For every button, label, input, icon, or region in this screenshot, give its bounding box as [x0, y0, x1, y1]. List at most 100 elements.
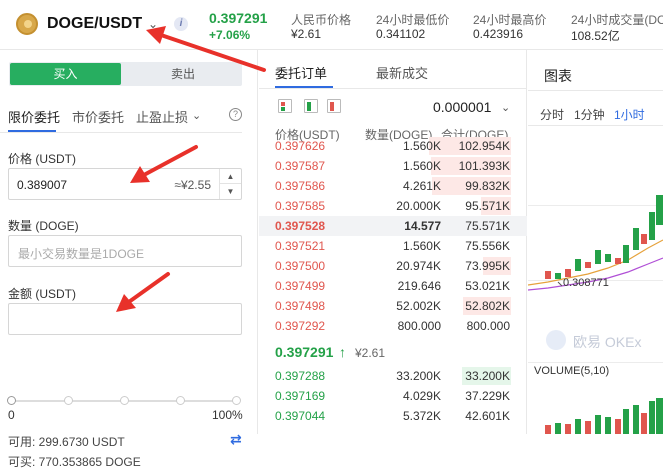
stat-value-volume: 108.52亿 [571, 29, 620, 43]
bid-row[interactable]: 0.397169 4.029K 37.229K [259, 386, 527, 406]
grid-line [528, 362, 663, 363]
order-price: 0.397169 [275, 389, 326, 403]
order-amount: 20.974K [396, 259, 441, 273]
ask-row[interactable]: 0.397498 52.002K 52.802K [259, 296, 527, 316]
order-total: 102.954K [458, 139, 510, 153]
divider [528, 90, 663, 91]
percent-slider[interactable] [7, 396, 241, 405]
divider [0, 132, 242, 133]
book-both-sides-icon[interactable] [278, 99, 292, 113]
order-total: 73.995K [465, 259, 510, 273]
interval-tab-1min[interactable]: 1分钟 [574, 106, 605, 123]
tab-limit-order[interactable]: 限价委托 [8, 107, 60, 126]
quantity-input[interactable]: 最小交易数量是1DOGE [8, 235, 242, 267]
stat-label-volume: 24小时成交量(DOGE) [571, 13, 663, 27]
order-form: 买入 卖出 限价委托 市价委托 止盈止损 ⌄ ? 价格 (USDT) 0.389… [0, 50, 258, 469]
ask-row[interactable]: 0.397585 20.000K 95.571K [259, 196, 527, 216]
order-amount: 1.560K [402, 159, 441, 173]
order-price: 0.397528 [275, 219, 326, 233]
tab-stop-order[interactable]: 止盈止损 [136, 107, 188, 126]
order-total: 33.200K [465, 369, 510, 383]
ask-row[interactable]: 0.397500 20.974K 73.995K [259, 256, 527, 276]
order-total: 95.571K [465, 199, 510, 213]
mid-price-cny: ¥2.61 [355, 346, 386, 360]
slider-step-75[interactable] [176, 396, 185, 405]
pair-selector[interactable]: DOGE/USDT [47, 15, 142, 33]
volume-bars [545, 398, 663, 434]
slider-min-label: 0 [8, 408, 15, 422]
slider-step-100[interactable] [232, 396, 241, 405]
sell-tab-button[interactable]: 卖出 [125, 63, 241, 85]
chevron-down-icon[interactable]: ⌄ [148, 17, 158, 31]
interval-tab-1hour[interactable]: 1小时 [614, 106, 645, 123]
bid-row[interactable]: 0.397288 33.200K 33.200K [259, 366, 527, 386]
stat-label-low: 24小时最低价 [376, 13, 450, 27]
help-icon[interactable]: ? [229, 108, 242, 121]
book-asks-only-icon[interactable] [327, 99, 341, 113]
book-bids-only-icon[interactable] [304, 99, 318, 113]
chart-title: 图表 [544, 68, 572, 84]
chart-panel: 图表 分时 1分钟 1小时 0.308771 欧易 OKEx VOLUME(5,… [528, 50, 663, 434]
available-balance: 可用: 299.6730 USDT [8, 435, 125, 449]
buy-sell-toggle: 买入 卖出 [9, 62, 242, 86]
ask-row[interactable]: 0.397292 800.000 800.000 [259, 316, 527, 336]
stat-label-high: 24小时最高价 [473, 13, 547, 27]
low-marker-line [557, 281, 563, 287]
chevron-down-icon[interactable]: ⌄ [501, 101, 510, 114]
mid-price: 0.397291 [275, 344, 334, 360]
order-amount: 4.261K [402, 179, 441, 193]
order-price: 0.397587 [275, 159, 326, 173]
slider-step-50[interactable] [120, 396, 129, 405]
info-icon[interactable]: i [174, 17, 188, 31]
stat-value-high: 0.423916 [473, 27, 524, 41]
ask-row[interactable]: 0.397528 14.577 75.571K [259, 216, 527, 236]
price-input-value: 0.389007 [17, 178, 68, 192]
ask-row[interactable]: 0.397626 1.560K 102.954K [259, 136, 527, 156]
amount-label: 金额 (USDT) [8, 287, 76, 301]
ticker-header: DOGE/USDT ⌄ i 0.397291 +7.06% 人民币价格 ¥2.6… [0, 0, 663, 50]
order-total: 99.832K [465, 179, 510, 193]
order-total: 42.601K [465, 409, 510, 423]
order-amount: 219.646 [397, 279, 441, 293]
buy-tab-button[interactable]: 买入 [10, 63, 121, 85]
tab-order-book[interactable]: 委托订单 [275, 63, 327, 82]
quantity-placeholder: 最小交易数量是1DOGE [18, 247, 145, 261]
okex-logo-icon [546, 330, 566, 350]
volume-indicator-label: VOLUME(5,10) [534, 365, 610, 377]
max-buy-amount: 可买: 770.353865 DOGE [8, 455, 141, 469]
order-total: 800.000 [466, 319, 510, 333]
price-cny-estimate: ≈¥2.55 [174, 178, 211, 192]
order-amount: 20.000K [396, 199, 441, 213]
order-price: 0.397500 [275, 259, 326, 273]
ask-row[interactable]: 0.397587 1.560K 101.393K [259, 156, 527, 176]
order-amount: 5.372K [402, 409, 441, 423]
ask-row[interactable]: 0.397586 4.261K 99.832K [259, 176, 527, 196]
order-book: 委托订单 最新成交 0.000001 ⌄ 价格(USDT) 数量(DOGE) 合… [259, 50, 527, 434]
candles [545, 195, 663, 279]
order-total: 53.021K [465, 279, 510, 293]
tab-latest-trades[interactable]: 最新成交 [376, 63, 428, 82]
precision-select[interactable]: 0.000001 [433, 99, 491, 115]
order-price: 0.397585 [275, 199, 326, 213]
caret-down-icon[interactable]: ▼ [220, 184, 241, 199]
order-amount: 1.560K [402, 139, 441, 153]
price-change: +7.06% [209, 28, 251, 42]
amount-input[interactable] [8, 303, 242, 335]
interval-tab-timeline[interactable]: 分时 [540, 106, 564, 123]
bid-row[interactable]: 0.397044 5.372K 42.601K [259, 406, 527, 426]
price-stepper[interactable]: ▲ ▼ [219, 169, 241, 199]
caret-up-icon[interactable]: ▲ [220, 169, 241, 184]
ask-row[interactable]: 0.397499 219.646 53.021K [259, 276, 527, 296]
chart-watermark: 欧易 OKEx [573, 334, 642, 350]
last-price: 0.397291 [209, 10, 268, 26]
ask-row[interactable]: 0.397521 1.560K 75.556K [259, 236, 527, 256]
slider-handle[interactable] [7, 396, 16, 405]
stat-value-cny: ¥2.61 [291, 27, 322, 41]
order-price: 0.397292 [275, 319, 326, 333]
price-input[interactable]: 0.389007 ≈¥2.55 ▲ ▼ [8, 168, 242, 200]
tab-market-order[interactable]: 市价委托 [72, 107, 124, 126]
slider-step-25[interactable] [64, 396, 73, 405]
chevron-down-icon[interactable]: ⌄ [192, 109, 201, 122]
slider-max-label: 100% [212, 408, 243, 422]
doge-coin-icon [16, 13, 38, 35]
